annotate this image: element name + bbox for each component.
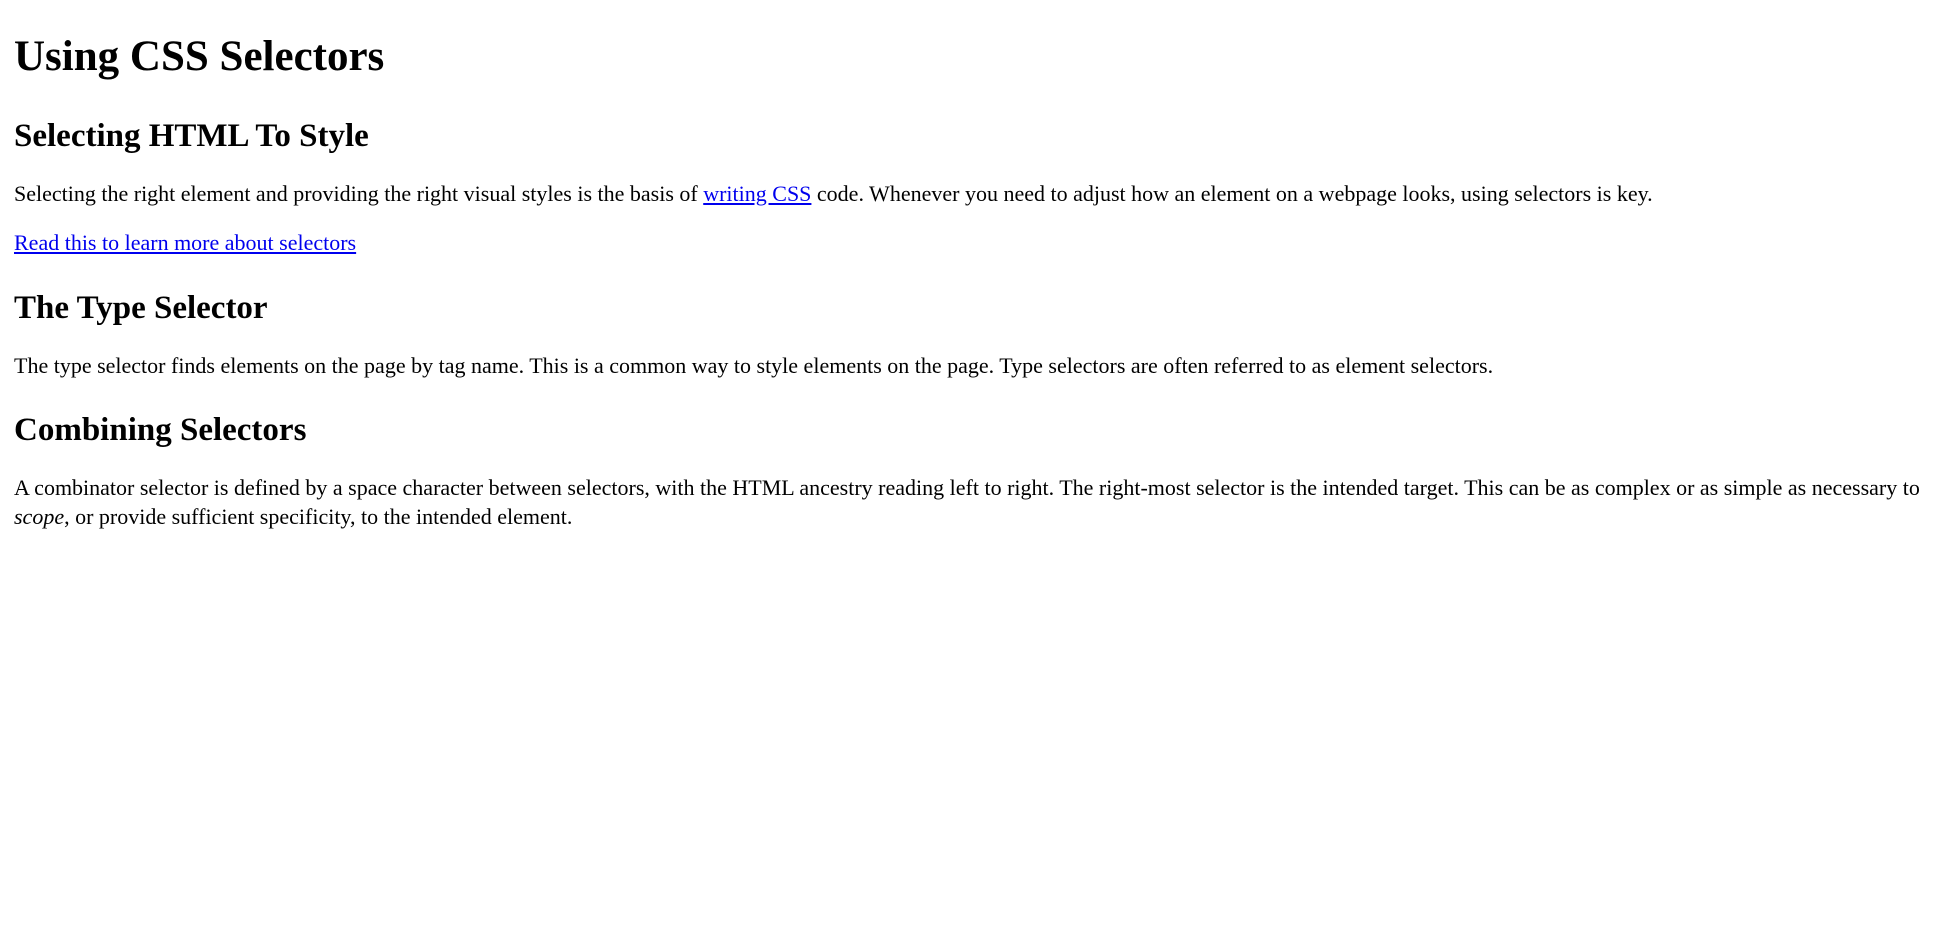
page-title: Using CSS Selectors: [14, 28, 1924, 86]
paragraph-selecting: Selecting the right element and providin…: [14, 179, 1924, 209]
section-heading-type-selector: The Type Selector: [14, 286, 1924, 331]
section-heading-selecting: Selecting HTML To Style: [14, 114, 1924, 159]
writing-css-link[interactable]: writing CSS: [703, 181, 811, 206]
combining-text-after: , or provide sufficient specificity, to …: [64, 504, 572, 529]
section-heading-combining: Combining Selectors: [14, 408, 1924, 453]
learn-more-link[interactable]: Read this to learn more about selectors: [14, 230, 356, 255]
paragraph-more-link: Read this to learn more about selectors: [14, 228, 1924, 258]
scope-emphasis: scope: [14, 504, 64, 529]
combining-text-before: A combinator selector is defined by a sp…: [14, 475, 1920, 500]
paragraph-combining: A combinator selector is defined by a sp…: [14, 473, 1924, 532]
paragraph-type-selector: The type selector finds elements on the …: [14, 351, 1924, 381]
text-after-link: code. Whenever you need to adjust how an…: [811, 181, 1652, 206]
text-before-link: Selecting the right element and providin…: [14, 181, 703, 206]
